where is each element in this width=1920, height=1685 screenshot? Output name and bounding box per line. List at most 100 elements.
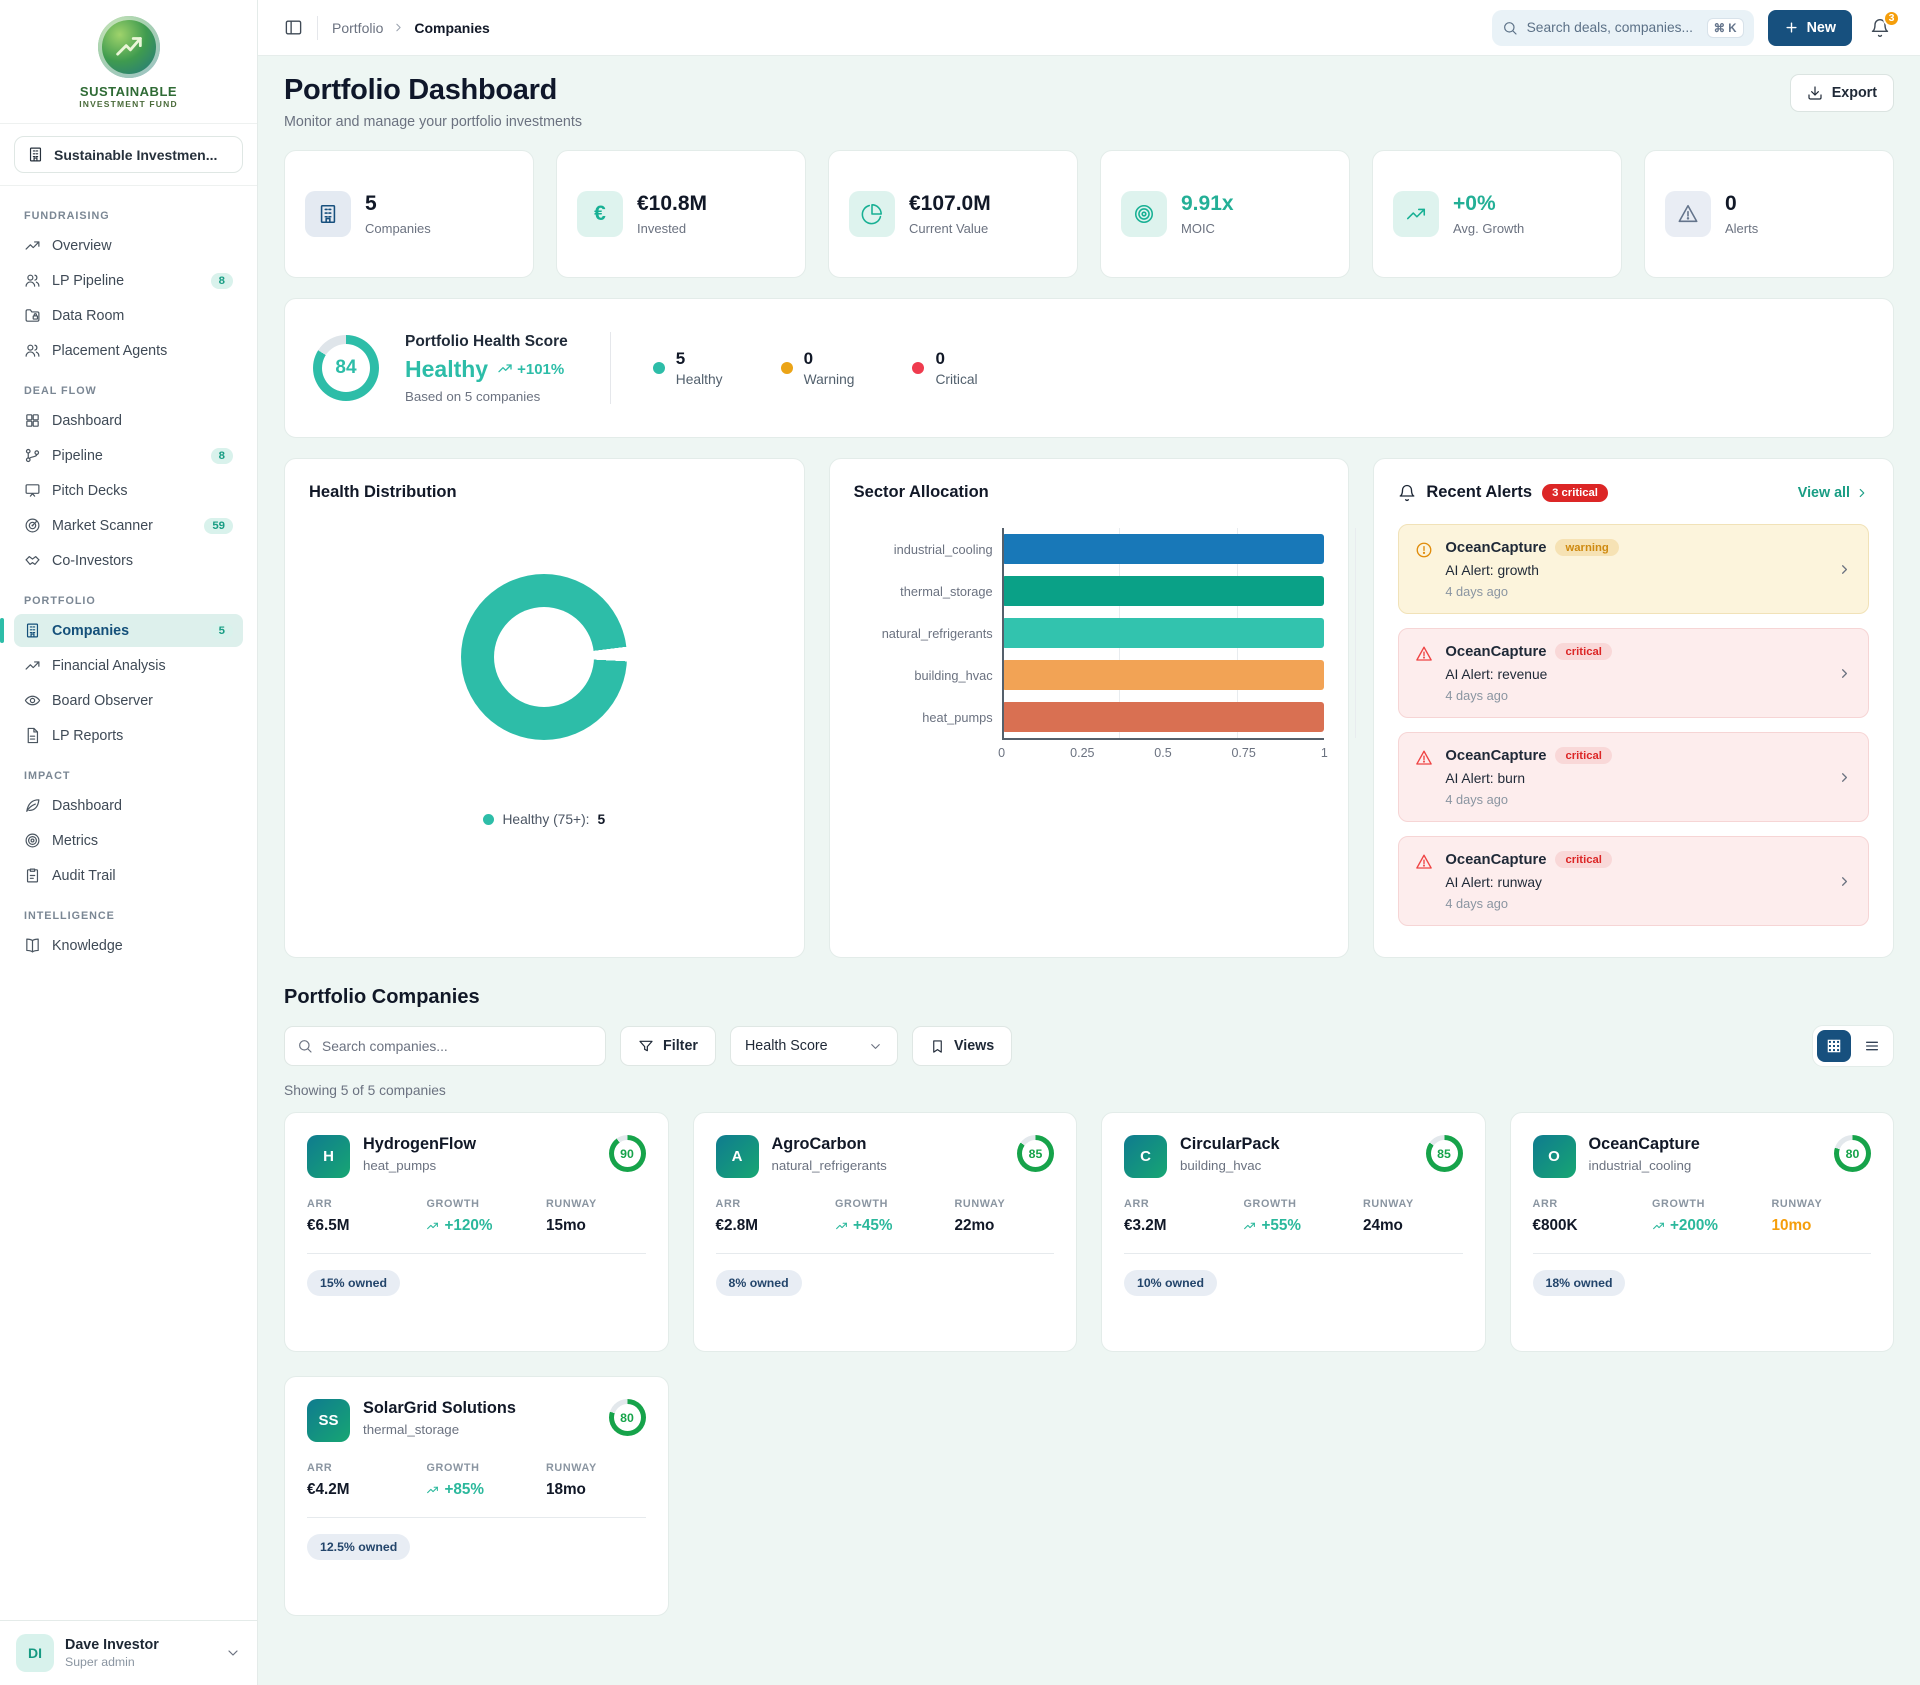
- companies-search-input[interactable]: [322, 1039, 593, 1054]
- health-counts: 5 Healthy 0 Warning 0: [653, 349, 978, 387]
- avatar: DI: [16, 1634, 54, 1672]
- alert-body: OceanCapture warning AI Alert: growth 4 …: [1445, 539, 1618, 599]
- filter-button[interactable]: Filter: [620, 1026, 716, 1066]
- sidebar-item-financial-analysis[interactable]: Financial Analysis: [14, 649, 243, 682]
- breadcrumb-parent[interactable]: Portfolio: [332, 20, 383, 36]
- healthy-dot: [653, 362, 665, 374]
- count-value: 5: [676, 349, 723, 369]
- alert-item[interactable]: OceanCapture critical AI Alert: runway 4…: [1398, 836, 1869, 926]
- sidebar-item-placement-agents[interactable]: Placement Agents: [14, 334, 243, 367]
- sidebar-item-impact-dashboard[interactable]: Dashboard: [14, 789, 243, 822]
- alert-item[interactable]: OceanCapture warning AI Alert: growth 4 …: [1398, 524, 1869, 614]
- health-score-value: 85: [1431, 1140, 1458, 1167]
- sidebar-item-lp-pipeline[interactable]: LP Pipeline 8: [14, 264, 243, 297]
- euro-icon: €: [577, 191, 623, 237]
- folder-lock-icon: [24, 307, 41, 324]
- alert-title-row: OceanCapture critical: [1445, 851, 1612, 868]
- count-text: 0 Warning: [804, 349, 855, 387]
- company-card-solargrid-solutions[interactable]: SS SolarGrid Solutions thermal_storage 8…: [284, 1376, 669, 1616]
- sidebar-item-metrics[interactable]: Metrics: [14, 824, 243, 857]
- user-menu[interactable]: DI Dave Investor Super admin: [0, 1620, 257, 1685]
- leaf-icon: [24, 797, 41, 814]
- severity-badge: warning: [1555, 539, 1618, 556]
- global-search[interactable]: ⌘ K: [1492, 10, 1754, 46]
- view-all-link[interactable]: View all: [1798, 485, 1869, 501]
- sidebar-item-co-investors[interactable]: Co-Investors: [14, 544, 243, 577]
- bar-track: [1002, 654, 1325, 696]
- list-view-button[interactable]: [1855, 1030, 1889, 1062]
- global-search-input[interactable]: [1527, 20, 1698, 35]
- metric-value: 18mo: [546, 1481, 646, 1499]
- org-selector-button[interactable]: Sustainable Investmen...: [14, 136, 243, 173]
- metric-label: RUNWAY: [1771, 1198, 1871, 1210]
- company-card-circularpack[interactable]: C CircularPack building_hvac 85 ARR €3.2…: [1101, 1112, 1486, 1352]
- metric-growth: GROWTH +55%: [1243, 1198, 1362, 1235]
- metric-label: ARR: [1533, 1198, 1652, 1210]
- sidebar-toggle-button[interactable]: [284, 18, 303, 37]
- building-icon: [27, 146, 44, 163]
- notifications-button[interactable]: 3: [1866, 14, 1894, 42]
- alert-message: AI Alert: burn: [1445, 771, 1612, 786]
- divider: [610, 332, 611, 404]
- company-card-header: H HydrogenFlow heat_pumps 90: [307, 1135, 646, 1178]
- health-title: Portfolio Health Score: [405, 333, 568, 351]
- companies-search[interactable]: [284, 1026, 606, 1066]
- health-score-value: 85: [1022, 1140, 1049, 1167]
- stat-text: 5 Companies: [365, 192, 431, 236]
- sidebar-item-pitch-decks[interactable]: Pitch Decks: [14, 474, 243, 507]
- sidebar-item-label: LP Reports: [52, 728, 123, 744]
- company-card-header: SS SolarGrid Solutions thermal_storage 8…: [307, 1399, 646, 1442]
- metric-value: 15mo: [546, 1217, 646, 1235]
- sidebar-item-board-observer[interactable]: Board Observer: [14, 684, 243, 717]
- alert-message: AI Alert: runway: [1445, 875, 1612, 890]
- gridline: [1355, 528, 1356, 738]
- sidebar-item-pipeline[interactable]: Pipeline 8: [14, 439, 243, 472]
- chevron-right-icon: [1837, 770, 1852, 785]
- sort-select[interactable]: Health Score: [730, 1026, 898, 1066]
- new-button[interactable]: New: [1768, 10, 1852, 46]
- sidebar-item-audit-trail[interactable]: Audit Trail: [14, 859, 243, 892]
- divider: [1124, 1253, 1463, 1254]
- alert-item[interactable]: OceanCapture critical AI Alert: burn 4 d…: [1398, 732, 1869, 822]
- donut-chart: [309, 502, 780, 812]
- alert-item[interactable]: OceanCapture critical AI Alert: revenue …: [1398, 628, 1869, 718]
- healthy-count: 5 Healthy: [653, 349, 723, 387]
- company-name: AgroCarbon: [772, 1135, 887, 1154]
- panel-title: Sector Allocation: [854, 483, 1325, 502]
- chevron-right-icon: [1837, 874, 1852, 889]
- company-identity: CircularPack building_hvac: [1180, 1135, 1280, 1173]
- avatar: O: [1533, 1135, 1576, 1178]
- stat-value: €10.8M: [637, 192, 707, 216]
- sidebar-item-dashboard[interactable]: Dashboard: [14, 404, 243, 437]
- metric-label: GROWTH: [835, 1198, 954, 1210]
- company-card-agrocarbon[interactable]: A AgroCarbon natural_refrigerants 85 ARR…: [693, 1112, 1078, 1352]
- sidebar-item-label: Companies: [52, 623, 129, 639]
- sidebar-item-data-room[interactable]: Data Room: [14, 299, 243, 332]
- sidebar-item-label: LP Pipeline: [52, 273, 124, 289]
- health-score-value: 90: [614, 1140, 641, 1167]
- metric-arr: ARR €6.5M: [307, 1198, 426, 1235]
- company-name: SolarGrid Solutions: [363, 1399, 516, 1418]
- trend-up-icon: [1652, 1220, 1665, 1233]
- company-card-hydrogenflow[interactable]: H HydrogenFlow heat_pumps 90 ARR €6.5M: [284, 1112, 669, 1352]
- health-change: +101%: [497, 361, 564, 378]
- views-button[interactable]: Views: [912, 1026, 1012, 1066]
- sidebar-item-knowledge[interactable]: Knowledge: [14, 929, 243, 962]
- alert-time: 4 days ago: [1445, 896, 1612, 911]
- grid-view-button[interactable]: [1817, 1030, 1851, 1062]
- company-metrics: ARR €800K GROWTH +200% RUNWAY: [1533, 1198, 1872, 1235]
- sidebar-nav: FUNDRAISING Overview LP Pipeline 8 Data …: [0, 186, 257, 1685]
- pie-chart-icon: [849, 191, 895, 237]
- company-card-oceancapture[interactable]: O OceanCapture industrial_cooling 80 ARR…: [1510, 1112, 1895, 1352]
- sidebar-item-overview[interactable]: Overview: [14, 229, 243, 262]
- sidebar-item-lp-reports[interactable]: LP Reports: [14, 719, 243, 752]
- x-tick: 0.25: [1070, 746, 1094, 760]
- breadcrumb-current: Companies: [414, 20, 489, 36]
- stat-text: €10.8M Invested: [637, 192, 707, 236]
- sidebar-item-market-scanner[interactable]: Market Scanner 59: [14, 509, 243, 542]
- new-button-label: New: [1807, 20, 1836, 36]
- export-button[interactable]: Export: [1790, 74, 1894, 112]
- chevron-down-icon: [868, 1039, 883, 1054]
- nav-section-title-deal-flow: DEAL FLOW: [24, 385, 233, 397]
- sidebar-item-companies[interactable]: Companies 5: [14, 614, 243, 647]
